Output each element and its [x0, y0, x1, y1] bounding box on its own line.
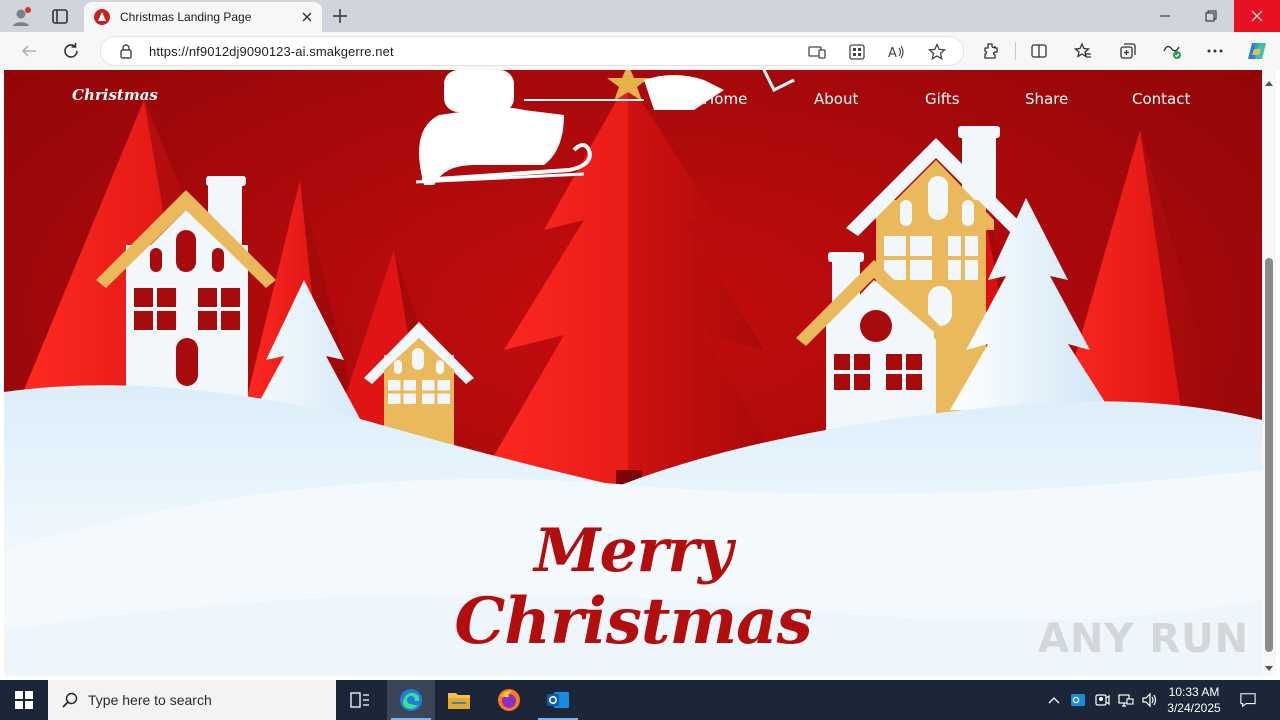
performance-icon[interactable] [1161, 40, 1183, 62]
url-text[interactable]: https://nf9012dj9090123-ai.smakgerre.net [149, 44, 394, 59]
scroll-down-arrow-icon[interactable] [1264, 660, 1274, 671]
clock-time: 10:33 AM [1168, 685, 1220, 699]
site-navigation: Home About Gifts Share Contact [4, 90, 1262, 110]
new-tab-icon[interactable] [332, 8, 348, 24]
search-icon [62, 692, 78, 708]
nav-about[interactable]: About [814, 90, 858, 108]
headline-merry: Merry [534, 516, 733, 586]
nav-home[interactable]: Home [703, 90, 747, 108]
app-available-icon[interactable] [807, 42, 827, 62]
clock-date: 3/24/2025 [1167, 701, 1221, 715]
nav-share[interactable]: Share [1025, 90, 1068, 108]
windows-taskbar: Type here to search 10:33 AM 3/24/2025 [0, 680, 1280, 720]
edge-icon[interactable] [387, 680, 435, 720]
scroll-up-arrow-icon[interactable] [1264, 74, 1274, 86]
windows-start-icon[interactable] [0, 680, 48, 720]
browser-toolbar: https://nf9012dj9090123-ai.smakgerre.net… [0, 32, 1280, 70]
more-icon[interactable] [1204, 40, 1226, 62]
meet-icon[interactable] [1094, 692, 1110, 708]
taskbar-search-box[interactable]: Type here to search [48, 680, 336, 720]
split-screen-icon[interactable] [1028, 40, 1050, 62]
tab-actions-icon[interactable] [48, 6, 72, 28]
toolbar-separator [1015, 42, 1016, 60]
network-icon[interactable] [1118, 692, 1134, 708]
close-tab-icon[interactable] [300, 10, 314, 24]
restore-button[interactable] [1188, 0, 1234, 32]
edge-favicon [94, 9, 110, 25]
search-placeholder: Type here to search [88, 692, 212, 708]
refresh-icon[interactable] [60, 40, 82, 62]
task-view-icon[interactable] [336, 680, 384, 720]
anyrun-watermark: ANY RUN [1038, 616, 1250, 662]
page-viewport: Christmas Home About Gifts Share Contact… [4, 70, 1262, 676]
favorites-icon[interactable] [1072, 40, 1094, 62]
taskbar-clock[interactable]: 10:33 AM 3/24/2025 [1164, 684, 1224, 716]
outlook-icon[interactable] [534, 680, 582, 720]
file-explorer-icon[interactable] [435, 680, 483, 720]
notifications-icon[interactable] [1240, 692, 1256, 708]
lock-icon[interactable] [119, 44, 133, 59]
extension-grid-icon[interactable] [847, 42, 867, 62]
outlook-tray-icon[interactable] [1070, 692, 1086, 708]
firefox-icon[interactable] [485, 680, 533, 720]
page-scrollbar[interactable] [1262, 70, 1276, 676]
read-aloud-icon[interactable]: A [887, 42, 907, 62]
browser-tab-bar: Christmas Landing Page [0, 0, 1280, 32]
nav-contact[interactable]: Contact [1132, 90, 1190, 108]
svg-text:A: A [888, 46, 897, 60]
volume-icon[interactable] [1142, 692, 1158, 708]
favorite-star-icon[interactable] [927, 42, 947, 62]
show-hidden-icon[interactable] [1046, 692, 1062, 708]
minimize-button[interactable] [1142, 0, 1188, 32]
extensions-icon[interactable] [980, 40, 1002, 62]
back-icon[interactable] [18, 40, 40, 62]
collections-icon[interactable] [1117, 40, 1139, 62]
close-window-button[interactable] [1234, 0, 1280, 32]
profile-icon[interactable] [10, 6, 32, 28]
browser-tab-active[interactable]: Christmas Landing Page [84, 2, 322, 32]
address-bar[interactable]: https://nf9012dj9090123-ai.smakgerre.net… [100, 36, 964, 66]
nav-gifts[interactable]: Gifts [925, 90, 960, 108]
tab-title: Christmas Landing Page [120, 10, 252, 24]
copilot-icon[interactable] [1246, 40, 1268, 62]
scrollbar-thumb[interactable] [1265, 258, 1273, 652]
